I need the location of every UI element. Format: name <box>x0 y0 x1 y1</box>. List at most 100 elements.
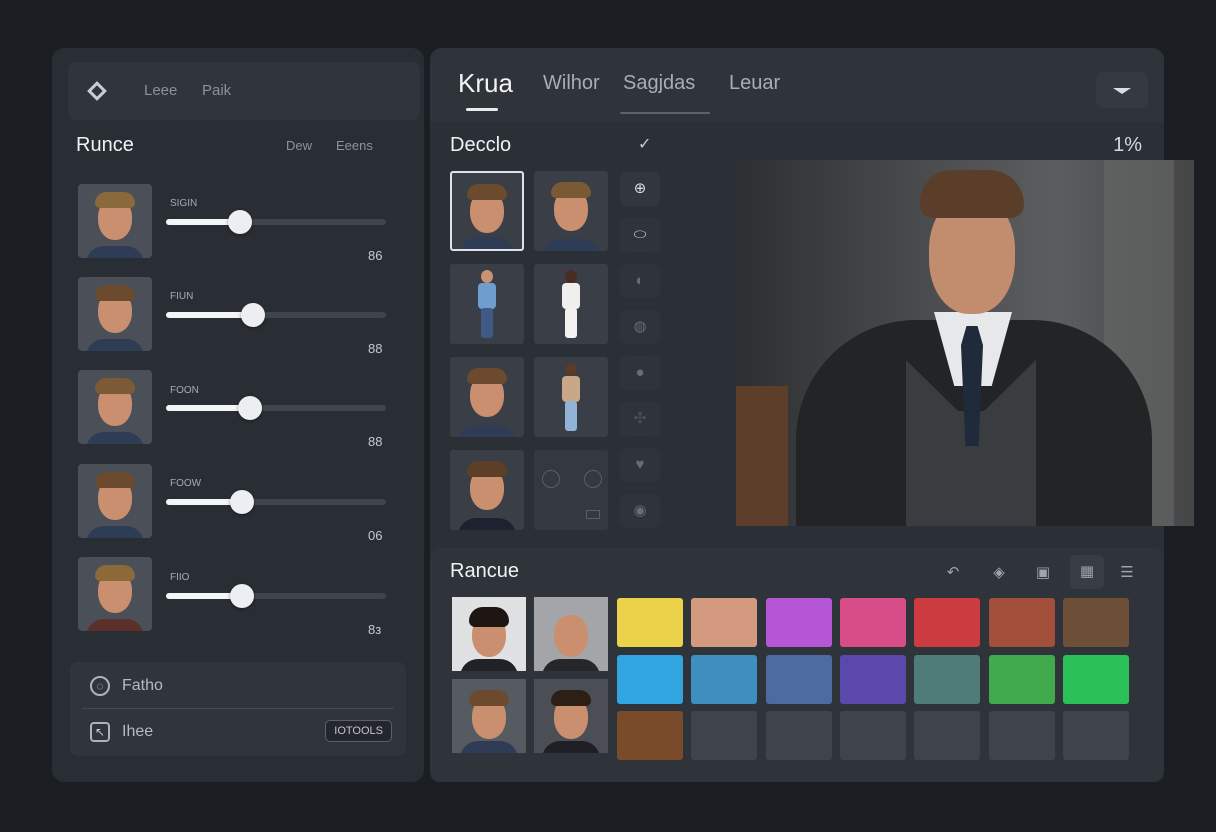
gallery-title: Decclo <box>450 134 512 156</box>
slider-track[interactable] <box>166 490 386 514</box>
avatar[interactable] <box>78 464 152 538</box>
color-swatch[interactable] <box>839 598 906 647</box>
tab-sagjdas[interactable]: Sagjdas <box>623 72 695 95</box>
color-swatch[interactable] <box>691 711 758 760</box>
tab-leuar[interactable]: Leuar <box>729 72 780 95</box>
diamond-hand-icon[interactable]: ◈ <box>984 558 1014 588</box>
action-row-fatho[interactable]: ◌ Fatho <box>70 662 406 707</box>
slider-handle[interactable] <box>230 490 254 514</box>
tools-badge[interactable]: IOTOOLS <box>325 720 392 742</box>
preset-thumb[interactable] <box>534 679 608 753</box>
main-preview-image[interactable] <box>736 160 1194 526</box>
gallery-item[interactable] <box>534 264 608 344</box>
preset-thumb[interactable] <box>452 597 526 671</box>
slider-label: FOON <box>170 385 199 396</box>
slider-track[interactable] <box>166 584 386 608</box>
sparkle-icon[interactable]: ✣ <box>620 402 660 436</box>
palette-panel: Rancue ↶ ◈ ▣ ▦ ☰ <box>430 548 1164 782</box>
avatar[interactable] <box>78 184 152 258</box>
active-tab-indicator <box>466 108 498 111</box>
palette-icon[interactable]: ◐ <box>620 264 660 298</box>
toolbar-item-1[interactable]: Leee <box>144 82 177 99</box>
gallery-item[interactable] <box>450 264 524 344</box>
avatar[interactable] <box>78 370 152 444</box>
gallery-empty-slot[interactable] <box>534 450 608 530</box>
slider-track[interactable] <box>166 303 386 327</box>
image-icon <box>586 510 600 519</box>
gallery-item[interactable] <box>450 357 524 437</box>
slider-handle[interactable] <box>228 210 252 234</box>
undo-icon[interactable]: ↶ <box>938 558 968 588</box>
avatar[interactable] <box>78 277 152 351</box>
color-swatch[interactable] <box>691 654 758 704</box>
checkmark-icon[interactable]: ✓ <box>638 134 651 154</box>
color-swatch[interactable] <box>988 598 1055 647</box>
eye-icon[interactable]: ◉ <box>620 494 660 528</box>
smile-icon <box>542 470 560 488</box>
color-swatch[interactable] <box>765 711 832 760</box>
tab-bar: Krua Wilhor Sagjdas Leuar <box>430 48 1164 122</box>
color-swatch[interactable] <box>914 654 981 704</box>
bookshelf <box>736 386 788 526</box>
gallery-item[interactable] <box>534 357 608 437</box>
slider-label: SIGIN <box>170 198 198 209</box>
avatar[interactable] <box>78 557 152 631</box>
color-swatch[interactable] <box>839 711 906 760</box>
left-panel: Leee Paik Runce Dew Eeens SIGIN 86 FIUN … <box>52 48 424 782</box>
tab-krua[interactable]: Krua <box>458 68 513 99</box>
color-swatch[interactable] <box>914 711 981 760</box>
slider-track[interactable] <box>166 210 386 234</box>
slider-value: 86 <box>368 248 383 263</box>
tab-menu-dropdown[interactable] <box>1096 72 1148 108</box>
preset-thumb[interactable] <box>452 679 526 753</box>
slider-label: FIIO <box>170 572 190 583</box>
gallery-item[interactable] <box>450 450 524 530</box>
color-swatch[interactable] <box>988 654 1055 704</box>
color-swatch[interactable] <box>914 598 981 647</box>
color-swatch[interactable] <box>988 711 1055 760</box>
toolbar-item-2[interactable]: Paik <box>202 82 231 99</box>
slider-track[interactable] <box>166 396 386 420</box>
slider-handle[interactable] <box>238 396 262 420</box>
mask-icon[interactable]: ◍ <box>620 310 660 344</box>
ellipse-icon[interactable]: ⬭ <box>620 218 660 252</box>
hover-tab-indicator <box>620 112 710 114</box>
book-icon[interactable]: ▣ <box>1028 558 1058 588</box>
slider-handle[interactable] <box>241 303 265 327</box>
section-link-2[interactable]: Eeens <box>336 138 373 153</box>
slider-value: 06 <box>368 528 383 543</box>
gallery-item[interactable] <box>450 171 524 251</box>
smile-icon <box>584 470 602 488</box>
slider-value: 8з <box>368 622 382 637</box>
crosshair-icon[interactable]: ⊕ <box>620 172 660 206</box>
cursor-icon: ↖ <box>90 722 110 742</box>
preset-thumb[interactable] <box>534 597 608 671</box>
tab-wilhor[interactable]: Wilhor <box>543 72 600 95</box>
color-swatch[interactable] <box>617 598 683 647</box>
section-link-1[interactable]: Dew <box>286 138 312 153</box>
action-label: Ihee <box>122 723 154 740</box>
slider-value: 88 <box>368 434 383 449</box>
slider-handle[interactable] <box>230 584 254 608</box>
zoom-level: 1% <box>1113 134 1142 156</box>
color-swatch[interactable] <box>691 598 758 647</box>
grid-icon[interactable]: ▦ <box>1070 555 1104 589</box>
color-swatch[interactable] <box>1062 711 1129 760</box>
color-swatch[interactable] <box>617 654 683 704</box>
color-swatch[interactable] <box>1062 654 1129 704</box>
diamond-icon[interactable] <box>87 81 107 101</box>
action-box: ◌ Fatho ↖ Ihee IOTOOLS <box>70 662 406 756</box>
subject-hair <box>920 170 1024 218</box>
action-row-ihee[interactable]: ↖ Ihee IOTOOLS <box>70 708 406 753</box>
color-swatch[interactable] <box>765 654 832 704</box>
alert-icon[interactable]: ● <box>620 356 660 390</box>
heart-icon[interactable]: ♥ <box>620 448 660 482</box>
color-swatch[interactable] <box>1062 598 1129 647</box>
right-panel: Krua Wilhor Sagjdas Leuar Decclo ✓ 1% ⊕ … <box>430 48 1194 782</box>
sliders-icon[interactable]: ☰ <box>1112 558 1142 588</box>
color-swatch[interactable] <box>765 598 832 647</box>
slider-label: FOOW <box>170 478 202 489</box>
color-swatch[interactable] <box>617 711 683 760</box>
gallery-item[interactable] <box>534 171 608 251</box>
color-swatch[interactable] <box>839 654 906 704</box>
